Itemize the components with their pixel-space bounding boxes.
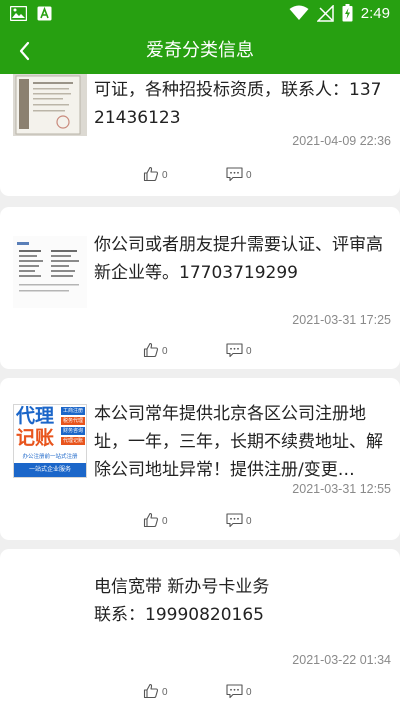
post-thumbnail[interactable]: 代理 记账 工商注册 税务代理 财务咨询 代理记账 办公注册前一站式注册 一站式… [13, 404, 87, 478]
comment-icon [226, 684, 243, 699]
like-button[interactable]: 0 [143, 683, 168, 699]
post-card[interactable]: 代理 记账 工商注册 税务代理 财务咨询 代理记账 办公注册前一站式注册 一站式… [0, 378, 400, 540]
post-text: 专业办理ISO认证，商标专利，生产许可证，各种招投标资质，联系人：1372143… [94, 80, 382, 128]
post-date: 2021-03-22 01:34 [292, 653, 391, 667]
comment-button[interactable]: 0 [226, 167, 252, 182]
signal-icon [316, 4, 334, 22]
app-bar: 爱奇分类信息 [0, 28, 400, 74]
app-notification-icon [37, 6, 52, 21]
like-count: 0 [162, 346, 168, 357]
post-thumbnail[interactable] [13, 236, 87, 308]
ad-tag: 代理记账 [61, 437, 85, 445]
comment-count: 0 [246, 346, 252, 357]
post-card[interactable]: 专业办理ISO认证，商标专利，生产许可证，各种招投标资质，联系人：1372143… [0, 74, 400, 196]
gallery-icon [10, 6, 27, 21]
like-count: 0 [162, 687, 168, 698]
comment-button[interactable]: 0 [226, 513, 252, 528]
battery-icon [342, 4, 353, 22]
like-button[interactable]: 0 [143, 512, 168, 528]
ad-tag: 工商注册 [61, 407, 85, 415]
document-image [13, 236, 87, 308]
comment-count: 0 [246, 516, 252, 527]
post-date: 2021-04-09 22:36 [292, 134, 391, 148]
comment-count: 0 [246, 170, 252, 181]
post-card[interactable]: 电信宽带 新办号卡业务 联系：19990820165 2021-03-22 01… [0, 549, 400, 711]
ad-big-text-1: 代理 [16, 405, 55, 427]
bookkeeping-ad-image: 代理 记账 工商注册 税务代理 财务咨询 代理记账 办公注册前一站式注册 一站式… [14, 405, 86, 477]
comment-icon [226, 513, 243, 528]
like-count: 0 [162, 170, 168, 181]
wifi-icon [289, 5, 309, 20]
post-feed[interactable]: 专业办理ISO认证，商标专利，生产许可证，各种招投标资质，联系人：1372143… [0, 74, 400, 711]
comment-icon [226, 343, 243, 358]
ad-tag-list: 工商注册 税务代理 财务咨询 代理记账 [61, 407, 85, 445]
post-date: 2021-03-31 17:25 [292, 313, 391, 327]
page-title: 爱奇分类信息 [146, 40, 254, 61]
like-button[interactable]: 0 [143, 166, 168, 182]
ad-caption: 办公注册前一站式注册 [22, 454, 78, 460]
post-text: 本公司常年提供北京各区公司注册地址，一年，三年，长期不续费地址、解除公司地址异常… [94, 404, 383, 480]
thumbs-up-icon [143, 342, 159, 358]
thumbs-up-icon [143, 166, 159, 182]
ad-footer: 一站式企业服务 [14, 463, 86, 477]
comment-button[interactable]: 0 [226, 684, 252, 699]
status-bar: 2:49 [0, 0, 400, 28]
post-card[interactable]: 你公司或者朋友提升需要认证、评审高新企业等。17703719299 2021-0… [0, 207, 400, 369]
post-thumbnail[interactable] [13, 74, 87, 136]
like-count: 0 [162, 516, 168, 527]
like-button[interactable]: 0 [143, 342, 168, 358]
comment-button[interactable]: 0 [226, 343, 252, 358]
thumbs-up-icon [143, 512, 159, 528]
thumbs-up-icon [143, 683, 159, 699]
ad-tag: 税务代理 [61, 417, 85, 425]
status-time: 2:49 [360, 4, 390, 22]
certificate-image [13, 74, 87, 136]
ad-tag: 财务咨询 [61, 427, 85, 435]
post-text: 你公司或者朋友提升需要认证、评审高新企业等。17703719299 [94, 235, 383, 283]
comment-icon [226, 167, 243, 182]
comment-count: 0 [246, 687, 252, 698]
ad-big-text-2: 记账 [16, 427, 55, 449]
post-date: 2021-03-31 12:55 [292, 482, 391, 496]
post-text: 电信宽带 新办号卡业务 联系：19990820165 [94, 577, 270, 625]
